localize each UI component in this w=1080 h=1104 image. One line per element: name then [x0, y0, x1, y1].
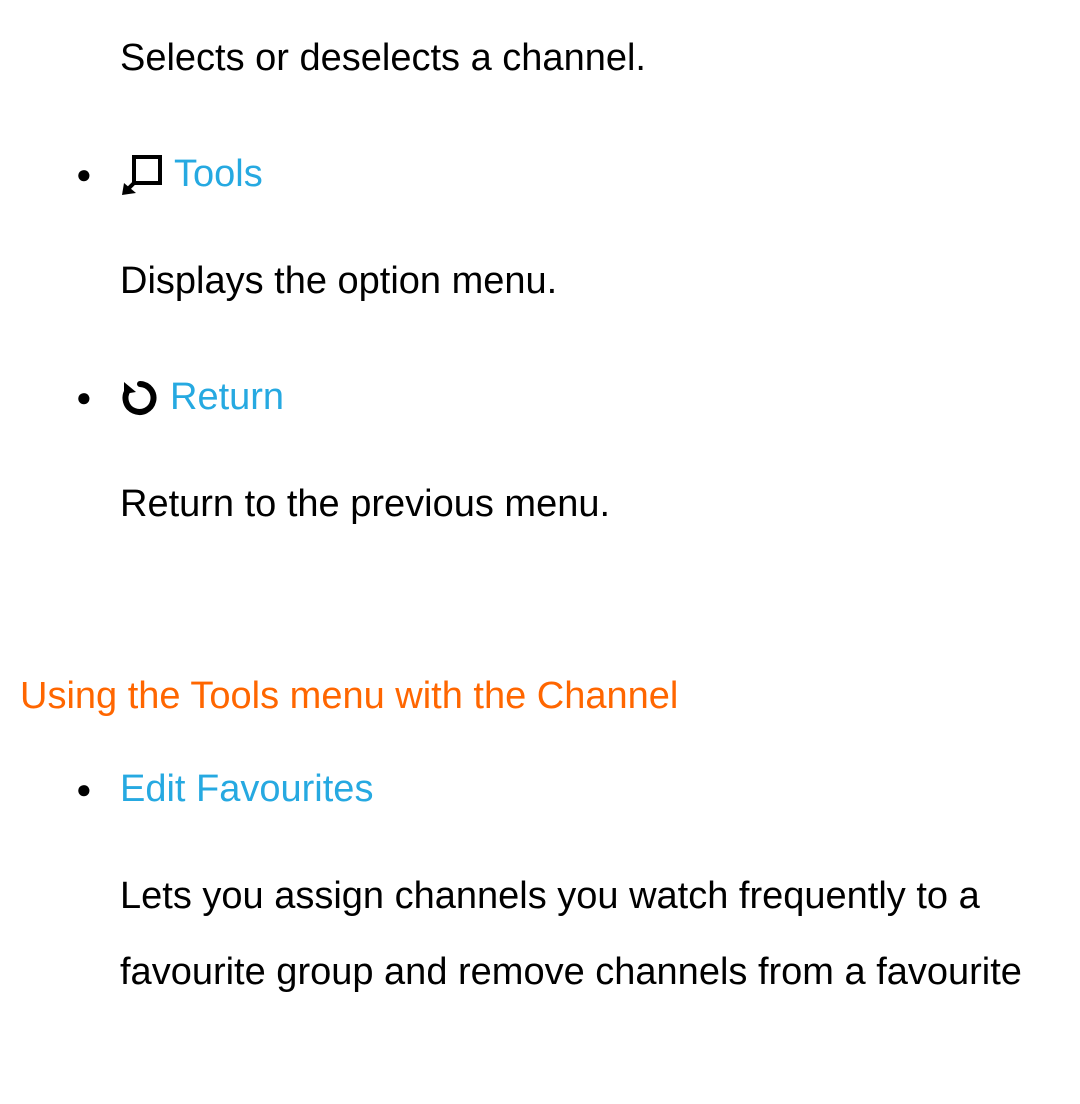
tools-description: Displays the option menu.: [20, 243, 1060, 319]
edit-favourites-description: Lets you assign channels you watch frequ…: [20, 858, 1060, 1010]
list-item-header: Return: [120, 369, 1060, 426]
list-item-header: Edit Favourites: [120, 761, 1060, 818]
intro-description: Selects or deselects a channel.: [20, 20, 1060, 96]
return-label: Return: [170, 369, 284, 426]
return-icon: [120, 378, 160, 418]
tools-icon: [120, 153, 164, 197]
list-item-tools: Tools: [20, 146, 1060, 203]
edit-favourites-label: Edit Favourites: [120, 761, 373, 818]
section-list: Edit Favourites: [20, 761, 1060, 818]
tools-label: Tools: [174, 146, 263, 203]
list-item-return: Return: [20, 369, 1060, 426]
remote-buttons-list: Tools: [20, 146, 1060, 203]
list-item-edit-favourites: Edit Favourites: [20, 761, 1060, 818]
list-item-header: Tools: [120, 146, 1060, 203]
return-description: Return to the previous menu.: [20, 466, 1060, 542]
section-heading: Using the Tools menu with the Channel: [20, 672, 1060, 721]
remote-buttons-list-2: Return: [20, 369, 1060, 426]
